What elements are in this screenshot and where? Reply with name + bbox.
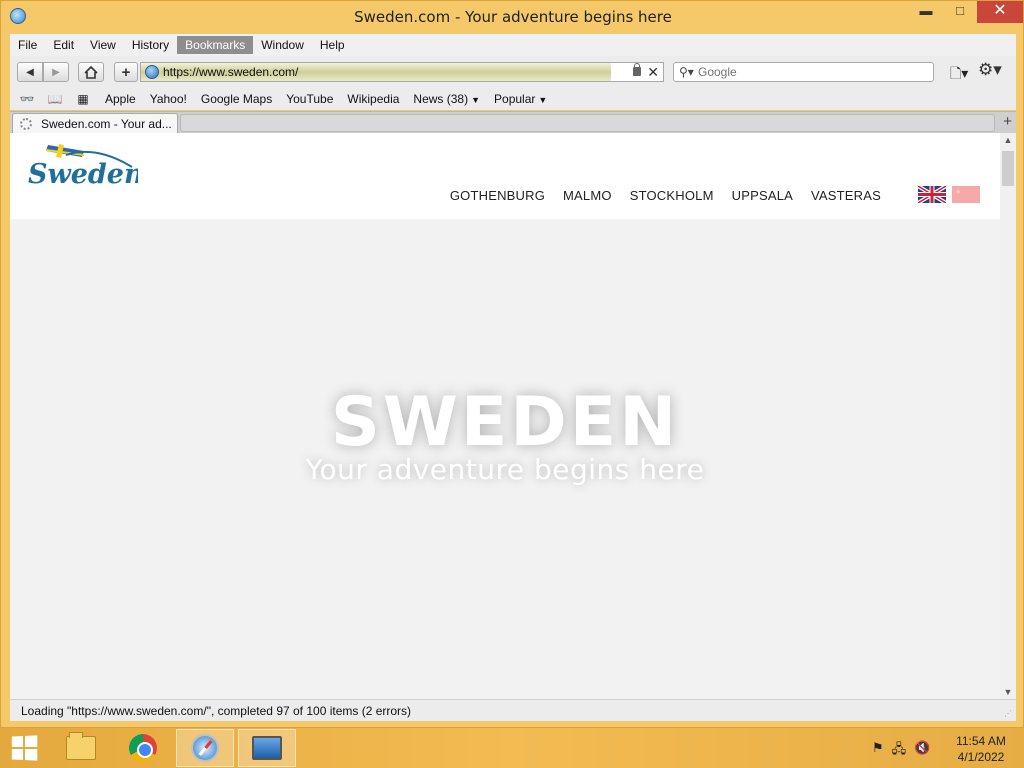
globe-icon <box>145 65 159 79</box>
bookmark-youtube[interactable]: YouTube <box>279 92 340 106</box>
menu-history[interactable]: History <box>124 36 177 54</box>
action-center-flag-icon[interactable]: ⚑ <box>872 740 884 762</box>
bookmark-label: News (38) <box>413 92 469 106</box>
menu-bar: File Edit View History Bookmarks Window Help <box>10 34 1016 56</box>
search-box[interactable]: ⚲▾ <box>673 62 934 82</box>
bookmark-wikipedia[interactable]: Wikipedia <box>340 92 406 106</box>
add-bookmark-button[interactable]: + <box>114 62 138 82</box>
search-icon[interactable]: ⚲▾ <box>679 65 694 79</box>
scroll-down-icon[interactable]: ▼ <box>1000 687 1016 697</box>
scroll-up-icon[interactable]: ▲ <box>1000 135 1016 145</box>
taskbar-safari[interactable] <box>176 729 234 767</box>
address-bar[interactable]: https://www.sweden.com/ ✕ <box>140 62 664 82</box>
bookmark-label: Popular <box>494 92 536 106</box>
nav-link-uppsala[interactable]: UPPSALA <box>723 188 802 203</box>
home-icon <box>84 65 98 79</box>
bookmark-yahoo[interactable]: Yahoo! <box>143 92 194 106</box>
site-header: Sweden GOTHENBURG MALMO STOCKHOLM UPPSALA VA… <box>10 133 1000 219</box>
web-content: Sweden GOTHENBURG MALMO STOCKHOLM UPPSALA VA… <box>10 133 1000 699</box>
close-button[interactable]: ✕ <box>977 1 1023 23</box>
menu-view[interactable]: View <box>82 36 124 54</box>
network-status-icon[interactable]: 🖧 <box>892 740 907 762</box>
dropdown-arrow-icon: ▼ <box>471 95 481 105</box>
volume-muted-icon[interactable]: 🔇 <box>914 740 930 762</box>
bookmark-items: Apple Yahoo! Google Maps YouTube Wikipedia Ne… <box>98 92 554 106</box>
hero-title: SWEDEN <box>330 383 680 462</box>
bookmark-google-maps[interactable]: Google Maps <box>194 92 279 106</box>
bookmark-label: Apple <box>105 92 136 106</box>
menu-window[interactable]: Window <box>253 36 312 54</box>
logo-text: Sweden <box>28 159 138 190</box>
site-nav: GOTHENBURG MALMO STOCKHOLM UPPSALA VASTERAS <box>441 188 890 203</box>
safari-compass-icon <box>191 734 219 762</box>
nav-link-malmo[interactable]: MALMO <box>554 188 621 203</box>
scroll-thumb[interactable] <box>1002 151 1014 186</box>
back-button[interactable]: ◀ <box>17 62 43 82</box>
bookmark-label: Google Maps <box>200 92 273 106</box>
search-input[interactable] <box>698 64 918 80</box>
nav-link-stockholm[interactable]: STOCKHOLM <box>621 188 723 203</box>
page-menu-button[interactable]: 🗋▾ <box>950 63 968 87</box>
chrome-icon <box>129 734 157 762</box>
clock[interactable]: 11:54 AM 4/1/2022 <box>950 733 1012 765</box>
sweden-logo[interactable]: Sweden <box>26 141 138 191</box>
vertical-scrollbar[interactable]: ▲ ▼ <box>1000 133 1016 699</box>
taskbar: ⚑ 🖧 🔇 11:54 AM 4/1/2022 <box>0 728 1024 768</box>
lock-icon <box>633 63 641 76</box>
resize-grip-icon[interactable]: ⋰ <box>1004 709 1014 719</box>
settings-menu-button[interactable]: ⚙▾ <box>978 60 1002 80</box>
network-monitor-icon <box>252 736 282 760</box>
bookmarks-bar: 👓 📖 ▦ Apple Yahoo! Google Maps YouTube Wikip… <box>10 88 1016 110</box>
taskbar-file-explorer[interactable] <box>52 729 110 767</box>
menu-edit[interactable]: Edit <box>45 36 82 54</box>
menu-bookmarks[interactable]: Bookmarks <box>177 36 254 54</box>
clock-date: 4/1/2022 <box>957 750 1005 764</box>
system-tray: ⚑ 🖧 🔇 <box>872 740 930 762</box>
taskbar-network-app[interactable] <box>238 729 296 767</box>
clock-time: 11:54 AM <box>956 734 1006 748</box>
stop-loading-button[interactable]: ✕ <box>647 64 659 80</box>
bookmark-apple[interactable]: Apple <box>98 92 143 106</box>
bookmark-label: Wikipedia <box>347 92 400 106</box>
taskbar-chrome[interactable] <box>114 729 172 767</box>
bookmark-news-38[interactable]: News (38) ▼ <box>406 92 487 106</box>
menu-file[interactable]: File <box>10 36 45 54</box>
forward-button[interactable]: ▶ <box>43 62 69 82</box>
dropdown-arrow-icon: ▼ <box>538 95 548 105</box>
folder-icon <box>66 732 96 760</box>
hero-subtitle: Your adventure begins here <box>305 453 705 486</box>
windows-logo-icon <box>11 735 38 761</box>
nav-link-gothenburg[interactable]: GOTHENBURG <box>441 188 554 203</box>
status-bar: Loading "https://www.sweden.com/", compl… <box>10 699 1016 721</box>
reading-list-icon[interactable]: 👓 <box>16 92 38 106</box>
bookmark-popular[interactable]: Popular ▼ <box>487 92 554 106</box>
new-tab-button[interactable]: + <box>1003 113 1012 130</box>
empty-tab-area[interactable] <box>180 114 995 132</box>
svg-text:★: ★ <box>955 188 961 196</box>
menu-help[interactable]: Help <box>312 36 353 54</box>
window-title: Sweden.com - Your adventure begins here <box>354 8 672 26</box>
address-text[interactable]: https://www.sweden.com/ <box>163 65 298 79</box>
tab-sweden[interactable]: Sweden.com - Your ad... <box>12 113 178 134</box>
loading-spinner-icon <box>20 118 32 130</box>
top-sites-grid-icon[interactable]: ▦ <box>72 92 94 106</box>
nav-link-vasteras[interactable]: VASTERAS <box>802 188 890 203</box>
title-bar[interactable]: Sweden.com - Your adventure begins here … <box>1 1 1024 33</box>
maximize-button[interactable]: □ <box>945 1 975 23</box>
bookmark-label: YouTube <box>286 92 334 106</box>
navigation-toolbar: ◀ ▶ + https://www.sweden.com/ ✕ ⚲▾ 🗋▾ ⚙▾ <box>10 56 1016 88</box>
bookmarks-book-icon[interactable]: 📖 <box>44 92 66 106</box>
tab-label: Sweden.com - Your ad... <box>41 117 172 131</box>
browser-window: Sweden.com - Your adventure begins here … <box>0 0 1024 728</box>
bookmark-label: Yahoo! <box>149 92 187 106</box>
china-flag-icon[interactable]: ★ <box>952 186 980 203</box>
start-button[interactable] <box>0 729 48 767</box>
tab-bar: Sweden.com - Your ad... + <box>10 111 1016 134</box>
status-text: Loading "https://www.sweden.com/", compl… <box>21 704 412 718</box>
uk-flag-icon[interactable] <box>918 186 946 203</box>
minimize-button[interactable]: ▬ <box>911 1 941 23</box>
home-button[interactable] <box>78 62 104 82</box>
